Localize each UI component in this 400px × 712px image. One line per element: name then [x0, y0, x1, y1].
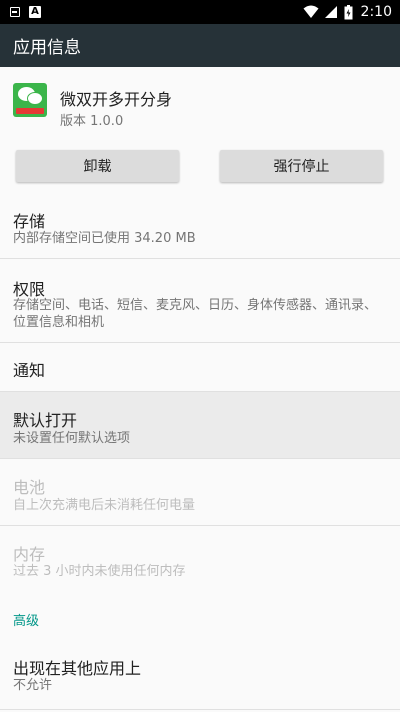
memory-summary: 过去 3 小时内未使用任何内存 [13, 564, 186, 579]
memory-item: 内存 过去 3 小时内未使用任何内存 [0, 526, 400, 592]
notifications-item[interactable]: 通知 [0, 343, 400, 392]
status-right: 2:10 [303, 4, 392, 20]
app-name: 微双开多开分身 [60, 90, 173, 109]
wifi-icon [303, 5, 319, 18]
advanced-section-header: 高级 [13, 614, 40, 629]
draw-over-apps-summary: 不允许 [13, 678, 53, 693]
app-header: 微双开多开分身 版本 1.0.0 [0, 67, 400, 141]
status-time: 2:10 [360, 4, 392, 20]
app-bar: 应用信息 [0, 24, 400, 67]
open-by-default-summary: 未设置任何默认选项 [13, 431, 131, 446]
signal-icon [324, 6, 337, 18]
permissions-summary: 存储空间、电话、短信、麦克风、日历、身体传感器、通讯录、位置信息和相机 [13, 298, 378, 330]
open-by-default-title: 默认打开 [13, 411, 78, 430]
storage-summary: 内部存储空间已使用 34.20 MB [13, 231, 196, 246]
font-icon: A [29, 6, 41, 18]
permissions-item[interactable]: 权限 存储空间、电话、短信、麦克风、日历、身体传感器、通讯录、位置信息和相机 [0, 259, 400, 343]
battery-title: 电池 [13, 478, 46, 497]
storage-item[interactable]: 存储 内部存储空间已使用 34.20 MB [0, 196, 400, 259]
storage-title: 存储 [13, 212, 46, 231]
page-title: 应用信息 [13, 38, 81, 58]
notifications-title: 通知 [13, 361, 46, 380]
notification-icon [10, 7, 20, 17]
battery-icon [344, 4, 353, 19]
open-by-default-item[interactable]: 默认打开 未设置任何默认选项 [0, 392, 400, 459]
draw-over-apps-title: 出现在其他应用上 [13, 659, 142, 678]
wechat-clone-icon [13, 83, 47, 117]
battery-item: 电池 自上次充满电后未消耗任何电量 [0, 459, 400, 526]
status-left: A [10, 6, 41, 18]
memory-title: 内存 [13, 545, 46, 564]
battery-summary: 自上次充满电后未消耗任何电量 [13, 498, 196, 513]
status-bar: A 2:10 [0, 0, 400, 24]
draw-over-apps-item[interactable]: 出现在其他应用上 不允许 [0, 642, 400, 710]
force-stop-button[interactable]: 强行停止 [220, 150, 383, 182]
app-version: 版本 1.0.0 [60, 114, 124, 129]
uninstall-button[interactable]: 卸载 [16, 150, 179, 182]
